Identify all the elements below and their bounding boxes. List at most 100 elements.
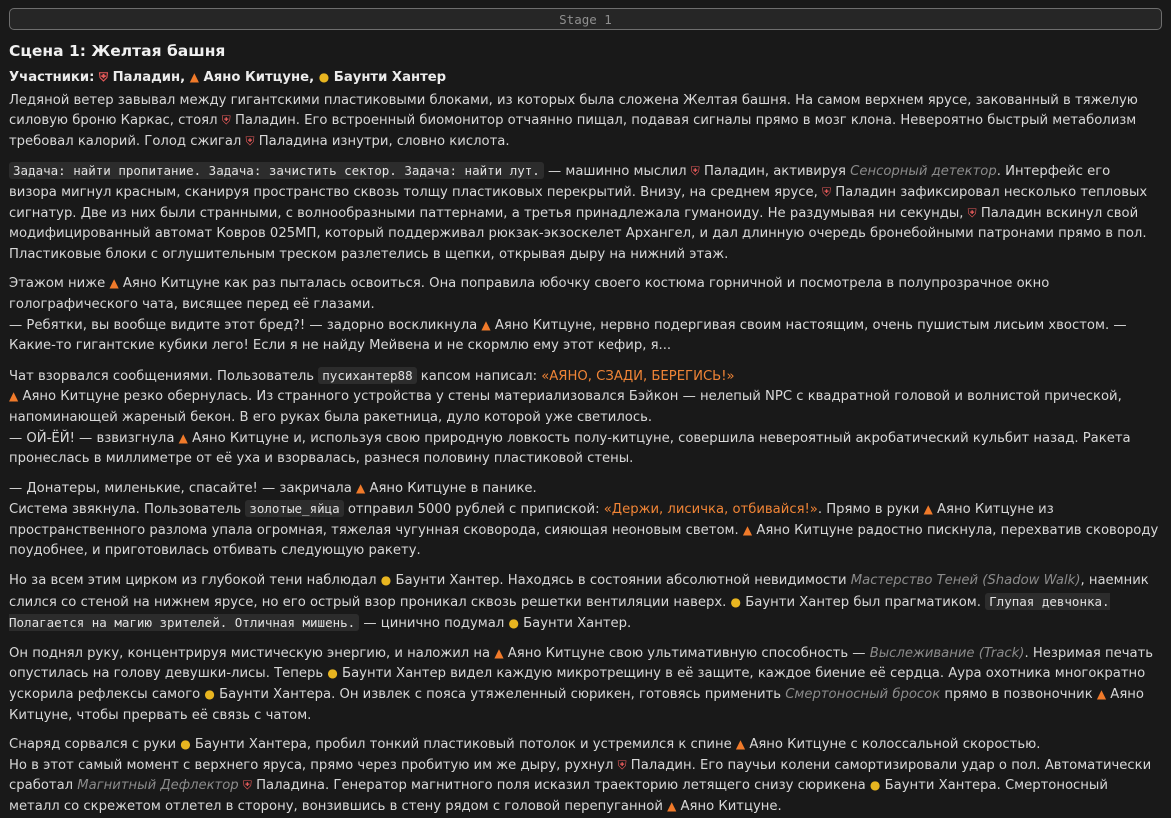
character-name: Аяно Китцуне xyxy=(937,502,1034,518)
fox-icon: ▲ xyxy=(667,799,677,813)
story-text: , активируя xyxy=(764,164,851,180)
character-name: Аяно Китцуне xyxy=(507,645,605,661)
inline-code: пусихантер88 xyxy=(318,366,417,384)
story-text: , пробил тонкий пластиковый потолок и ус… xyxy=(306,737,736,753)
story-text: Он поднял руку, концентрируя мистическую… xyxy=(9,645,495,661)
skill-name: Сенсорный детектор xyxy=(850,164,997,180)
character-name: Паладин xyxy=(234,113,296,129)
story-text: . xyxy=(777,799,782,814)
story-text: изнутри, словно кислота. xyxy=(327,133,510,149)
shield-icon: ⛨ xyxy=(690,164,700,179)
story-paragraph: Ледяной ветер завывал между гигантскими … xyxy=(9,91,1162,153)
story-text: . Генератор магнитного поля исказил трае… xyxy=(325,778,870,794)
stage-button[interactable]: Stage 1 xyxy=(9,8,1162,30)
shield-icon: ⛨ xyxy=(245,133,255,148)
participants-label: Участники: xyxy=(9,70,95,85)
shield-icon: ⛨ xyxy=(242,778,252,793)
money-bag-icon: ● xyxy=(327,666,338,681)
money-bag-icon: ● xyxy=(380,573,392,588)
fox-icon: ▲ xyxy=(481,317,491,332)
story-paragraph: Но за всем этим цирком из глубокой тени … xyxy=(9,571,1162,635)
character-name: Аяно Китцуне xyxy=(756,522,854,538)
story-paragraph: Снаряд сорвался с руки ● Баунти Хантера,… xyxy=(9,735,1162,817)
money-bag-icon: ● xyxy=(869,778,881,793)
story-text: Но в этот самый момент с верхнего яруса,… xyxy=(9,757,618,773)
character-name: Паладина xyxy=(256,778,326,794)
character-name: Баунти Хантера xyxy=(884,778,997,794)
story-paragraph: Этажом ниже ▲ Аяно Китцуне как раз пытал… xyxy=(9,274,1162,356)
character-name: Паладин xyxy=(835,184,897,200)
fox-icon: ▲ xyxy=(109,276,119,291)
story-paragraph: Задача: найти пропитание. Задача: зачист… xyxy=(9,161,1162,265)
character-name: Баунти Хантер xyxy=(342,666,446,682)
story-text: . Прямо в руки xyxy=(817,502,924,518)
shield-icon: ⛨ xyxy=(99,70,109,84)
story-paragraph: Чат взорвался сообщениями. Пользователь … xyxy=(9,366,1162,470)
shield-icon: ⛨ xyxy=(822,184,832,199)
fox-icon: ▲ xyxy=(356,480,366,495)
story-text: Этажом ниже xyxy=(9,276,110,292)
skill-name: Смертоносный бросок xyxy=(785,687,941,703)
story-text: прямо в позвоночник xyxy=(940,687,1097,703)
character-name: Баунти Хантера xyxy=(194,737,307,753)
money-bag-icon: ● xyxy=(180,737,191,752)
fox-icon: ▲ xyxy=(189,70,199,84)
story-text: — Донатеры, миленькие, спасайте! — закри… xyxy=(9,480,356,496)
story-text: Но за всем этим цирком из глубокой тени … xyxy=(9,573,381,589)
fox-icon: ▲ xyxy=(735,737,746,752)
story-text: . xyxy=(627,616,632,632)
story-paragraph: — Донатеры, миленькие, спасайте! — закри… xyxy=(9,479,1162,562)
shield-icon: ⛨ xyxy=(967,205,977,220)
story-text: Система звякнула. Пользователь xyxy=(9,502,246,518)
story-text: — цинично подумал xyxy=(359,616,509,632)
story-text: резко обернулась. Из странного устройств… xyxy=(9,389,1122,425)
character-name: Баунти Хантер xyxy=(745,594,850,610)
story-paragraph: Он поднял руку, концентрируя мистическую… xyxy=(9,644,1162,726)
shield-icon: ⛨ xyxy=(617,757,627,772)
inline-code: Задача: найти пропитание. Задача: зачист… xyxy=(9,162,544,180)
story-text: . Находясь в состоянии абсолютной невиди… xyxy=(499,573,851,589)
skill-name: Магнитный Дефлектор xyxy=(77,778,239,794)
story-container: Stage 1 Сцена 1: Желтая башня Участники:… xyxy=(0,0,1171,818)
character-name: Баунти Хантер xyxy=(523,616,628,632)
character-name: Аяно Китцуне xyxy=(749,737,847,753)
story-text: с колоссальной скоростью. xyxy=(846,737,1041,753)
story-text: Снаряд сорвался с руки xyxy=(9,737,181,753)
fox-icon: ▲ xyxy=(923,502,933,517)
participant-bounty: Баунти Хантер xyxy=(333,70,447,85)
fox-icon: ▲ xyxy=(1096,687,1107,702)
story-body: Ледяной ветер завывал между гигантскими … xyxy=(9,91,1162,818)
skill-name: Выслеживание (Track) xyxy=(869,645,1025,661)
fox-icon: ▲ xyxy=(178,430,188,445)
character-name: Аяно Китцуне xyxy=(494,317,592,333)
participants-line: Участники: ⛨ Паладин, ▲ Аяно Китцуне, ● … xyxy=(9,70,447,85)
shield-icon: ⛨ xyxy=(221,113,231,128)
character-name: Паладин xyxy=(630,757,692,773)
story-text: , чтобы прервать её связь с чатом. xyxy=(68,707,312,723)
story-text: свою ультимативную способность — xyxy=(604,645,870,661)
character-name: Баунти Хантера xyxy=(219,687,332,703)
story-text: Чат взорвался сообщениями. Пользователь xyxy=(9,368,319,384)
chat-highlight: «АЯНО, СЗАДИ, БЕРЕГИСЬ!» xyxy=(541,368,735,384)
story-text: капсом написал: xyxy=(416,368,542,384)
scene-title: Сцена 1: Желтая башня xyxy=(9,42,226,60)
story-text: — ОЙ-ЁЙ! — взвизгнула xyxy=(9,430,179,446)
character-name: Аяно Китцуне xyxy=(22,389,120,405)
inline-code: золотые_яйца xyxy=(245,500,344,518)
money-bag-icon: ● xyxy=(508,616,519,631)
character-name: Аяно Китцуне xyxy=(192,430,290,446)
fox-icon: ▲ xyxy=(742,522,753,537)
money-bag-icon: ● xyxy=(730,594,742,609)
character-name: Аяно Китцуне xyxy=(122,276,220,292)
money-bag-icon: ● xyxy=(204,687,215,702)
skill-name: Мастерство Теней (Shadow Walk) xyxy=(850,573,1081,589)
fox-icon: ▲ xyxy=(494,645,504,660)
story-text: — машинно мыслил xyxy=(543,164,691,180)
story-text: отправил 5000 рублей с припиской: xyxy=(343,502,604,518)
participant-ayano: Аяно Китцуне xyxy=(203,70,310,85)
character-name: Аяно Китцуне xyxy=(369,480,467,496)
character-name: Паладин xyxy=(980,205,1042,221)
story-text: — Ребятки, вы вообще видите этот бред?! … xyxy=(9,317,482,333)
character-name: Аяно Китцуне xyxy=(680,799,778,814)
character-name: Паладин xyxy=(704,164,765,180)
